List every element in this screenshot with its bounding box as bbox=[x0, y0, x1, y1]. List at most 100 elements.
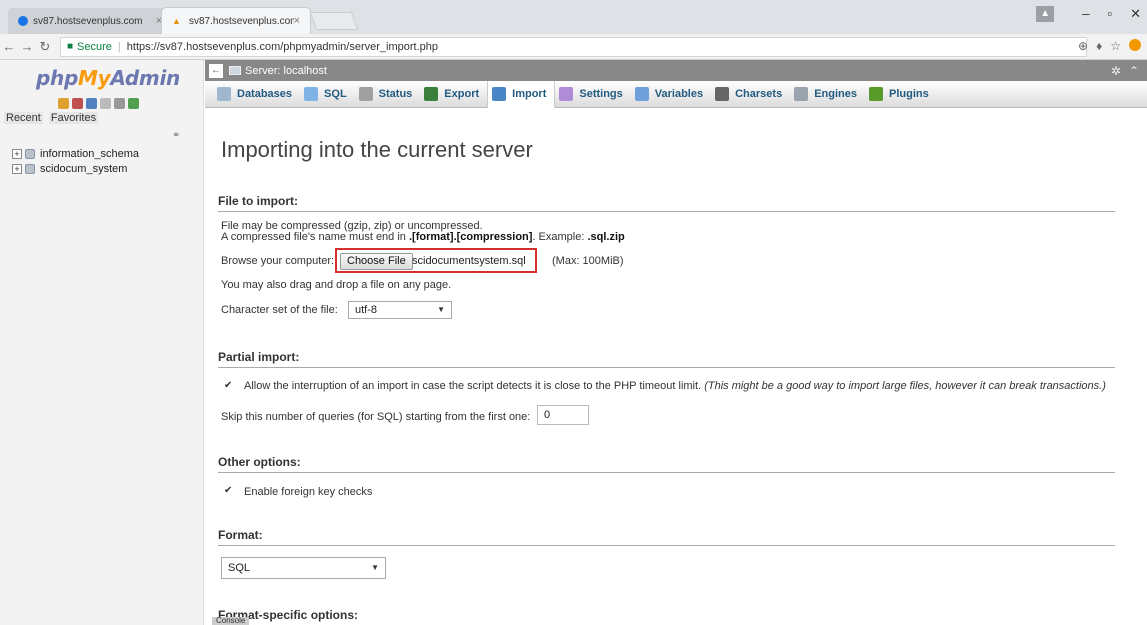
settings-gear-icon[interactable] bbox=[114, 98, 125, 109]
tab-charsets[interactable]: Charsets bbox=[711, 81, 790, 108]
format-select[interactable]: SQL ▼ bbox=[221, 557, 386, 579]
chevron-down-icon: ▼ bbox=[371, 563, 379, 572]
pma-favicon-icon: ▲ bbox=[172, 16, 181, 26]
database-icon bbox=[217, 87, 231, 101]
database-icon bbox=[25, 148, 35, 159]
browser-tab-2[interactable]: ▲ sv87.hostsevenplus.com × bbox=[162, 8, 310, 34]
db-item[interactable]: + information_schema bbox=[12, 146, 139, 161]
tab-label: Settings bbox=[579, 88, 623, 100]
tab-databases[interactable]: Databases bbox=[213, 81, 300, 108]
tab-import[interactable]: Import bbox=[487, 80, 556, 108]
logo-php: php bbox=[36, 66, 78, 90]
tab-variables[interactable]: Variables bbox=[631, 81, 711, 108]
foreign-key-label: Enable foreign key checks bbox=[244, 486, 373, 498]
tab-engines[interactable]: Engines bbox=[790, 81, 865, 108]
tab-label: Databases bbox=[237, 88, 293, 100]
format-note-mid: . Example: bbox=[532, 231, 588, 243]
new-tab-button[interactable] bbox=[309, 12, 359, 30]
address-bar: ← → ↻ ■ Secure | https://sv87.hostsevenp… bbox=[0, 34, 1147, 60]
server-top-menu: Databases SQL Status Export Import Settings Va… bbox=[205, 80, 1147, 108]
charset-select[interactable]: utf-8 ▼ bbox=[348, 301, 452, 319]
database-tree: + information_schema + scidocum_system bbox=[12, 146, 139, 176]
charsets-icon bbox=[715, 87, 730, 101]
format-pattern: .[format].[compression] bbox=[408, 231, 533, 243]
forward-icon[interactable]: → bbox=[18, 39, 36, 54]
extension-icon[interactable]: ♦ bbox=[1096, 39, 1102, 53]
phpmyadmin-logo[interactable]: phpMyAdmin bbox=[36, 66, 180, 90]
tab-recent[interactable]: Recent bbox=[4, 112, 43, 124]
help-icon[interactable] bbox=[86, 98, 97, 109]
browser-tab-1[interactable]: sv87.hostsevenplus.com × bbox=[8, 8, 172, 34]
section-heading: Format: bbox=[218, 528, 1115, 546]
profile-icon[interactable]: ▲ bbox=[1036, 6, 1055, 22]
expand-icon[interactable]: + bbox=[12, 163, 22, 174]
url-input[interactable]: ■ Secure | https://sv87.hostsevenplus.co… bbox=[60, 36, 1087, 57]
tab-favorites[interactable]: Favorites bbox=[48, 112, 99, 124]
chevron-up-icon[interactable]: ⌃ bbox=[1129, 64, 1139, 78]
browse-label: Browse your computer: bbox=[221, 255, 335, 267]
db-item[interactable]: + scidocum_system bbox=[12, 161, 139, 176]
home-icon[interactable] bbox=[58, 98, 69, 109]
reload-nav-icon[interactable] bbox=[128, 98, 139, 109]
format-note: A compressed file's name must end in .[f… bbox=[221, 231, 625, 243]
partial-import-section: Partial import: bbox=[218, 350, 1115, 368]
tab-label: Status bbox=[378, 88, 413, 100]
tab-settings[interactable]: Settings bbox=[555, 81, 630, 108]
zoom-icon[interactable]: ⊕ bbox=[1078, 39, 1088, 53]
tab-label: Export bbox=[444, 88, 480, 100]
format-note-pre: A compressed file's name must end in bbox=[221, 231, 409, 243]
chevron-down-icon: ▼ bbox=[437, 305, 445, 314]
collapse-panel-icon[interactable]: ← bbox=[209, 63, 223, 78]
tab-title: sv87.hostsevenplus.com bbox=[189, 15, 294, 27]
site-favicon-icon bbox=[18, 16, 28, 26]
minimize-icon[interactable]: – bbox=[1082, 6, 1089, 22]
close-tab-icon[interactable]: × bbox=[294, 15, 300, 27]
gear-icon[interactable]: ✲ bbox=[1111, 64, 1121, 78]
navigation-panel: phpMyAdmin Recent Favorites ⚭ + informat… bbox=[0, 60, 204, 625]
logo-my: My bbox=[77, 66, 111, 90]
tab-status[interactable]: Status bbox=[355, 81, 421, 108]
extension-badge-icon[interactable] bbox=[1129, 39, 1141, 51]
database-icon bbox=[25, 163, 35, 174]
tab-plugins[interactable]: Plugins bbox=[865, 81, 937, 108]
server-icon bbox=[229, 66, 241, 75]
tab-label: Import bbox=[512, 88, 547, 100]
bookmark-star-icon[interactable]: ☆ bbox=[1110, 39, 1121, 53]
server-breadcrumb-bar: ← Server: localhost ✲ ⌃ bbox=[205, 60, 1147, 81]
section-heading: File to import: bbox=[218, 194, 1115, 212]
reload-icon[interactable]: ↻ bbox=[36, 39, 54, 55]
charset-value: utf-8 bbox=[355, 304, 378, 316]
server-label[interactable]: Server: localhost bbox=[245, 65, 327, 77]
maximize-icon[interactable]: ▫ bbox=[1107, 6, 1112, 22]
export-icon bbox=[424, 87, 439, 101]
db-name[interactable]: scidocum_system bbox=[40, 163, 127, 175]
drag-drop-hint: You may also drag and drop a file on any… bbox=[221, 279, 452, 291]
tab-label: SQL bbox=[324, 88, 347, 100]
tab-label: Charsets bbox=[735, 88, 783, 100]
link-chain-icon[interactable]: ⚭ bbox=[172, 130, 180, 141]
separator: | bbox=[117, 40, 121, 53]
logout-icon[interactable] bbox=[72, 98, 83, 109]
allow-interrupt-checkbox[interactable]: ✔ bbox=[224, 381, 234, 391]
nav-icon-bar bbox=[58, 98, 139, 109]
close-window-icon[interactable]: ✕ bbox=[1130, 6, 1141, 22]
console-toggle[interactable]: Console bbox=[212, 617, 250, 625]
tab-label: Plugins bbox=[888, 88, 929, 100]
allow-interrupt-text: Allow the interruption of an import in c… bbox=[244, 380, 702, 392]
docs-icon[interactable] bbox=[100, 98, 111, 109]
allow-interrupt-note: (This might be a good way to import larg… bbox=[704, 380, 1106, 392]
section-heading: Partial import: bbox=[218, 350, 1115, 368]
skip-queries-label: Skip this number of queries (for SQL) st… bbox=[221, 411, 531, 423]
expand-icon[interactable]: + bbox=[12, 148, 22, 159]
db-name[interactable]: information_schema bbox=[40, 148, 139, 160]
choose-file-button[interactable]: Choose File bbox=[340, 253, 413, 270]
foreign-key-checkbox[interactable]: ✔ bbox=[224, 486, 234, 496]
status-icon bbox=[358, 87, 373, 101]
tab-export[interactable]: Export bbox=[420, 81, 487, 108]
main-content: Importing into the current server File t… bbox=[218, 108, 1118, 625]
back-icon[interactable]: ← bbox=[0, 39, 18, 54]
skip-queries-input[interactable]: 0 bbox=[537, 405, 589, 425]
address-actions: ⊕ ♦ ☆ bbox=[1078, 39, 1141, 53]
tab-sql[interactable]: SQL bbox=[300, 81, 355, 108]
charset-label: Character set of the file: bbox=[221, 304, 338, 316]
